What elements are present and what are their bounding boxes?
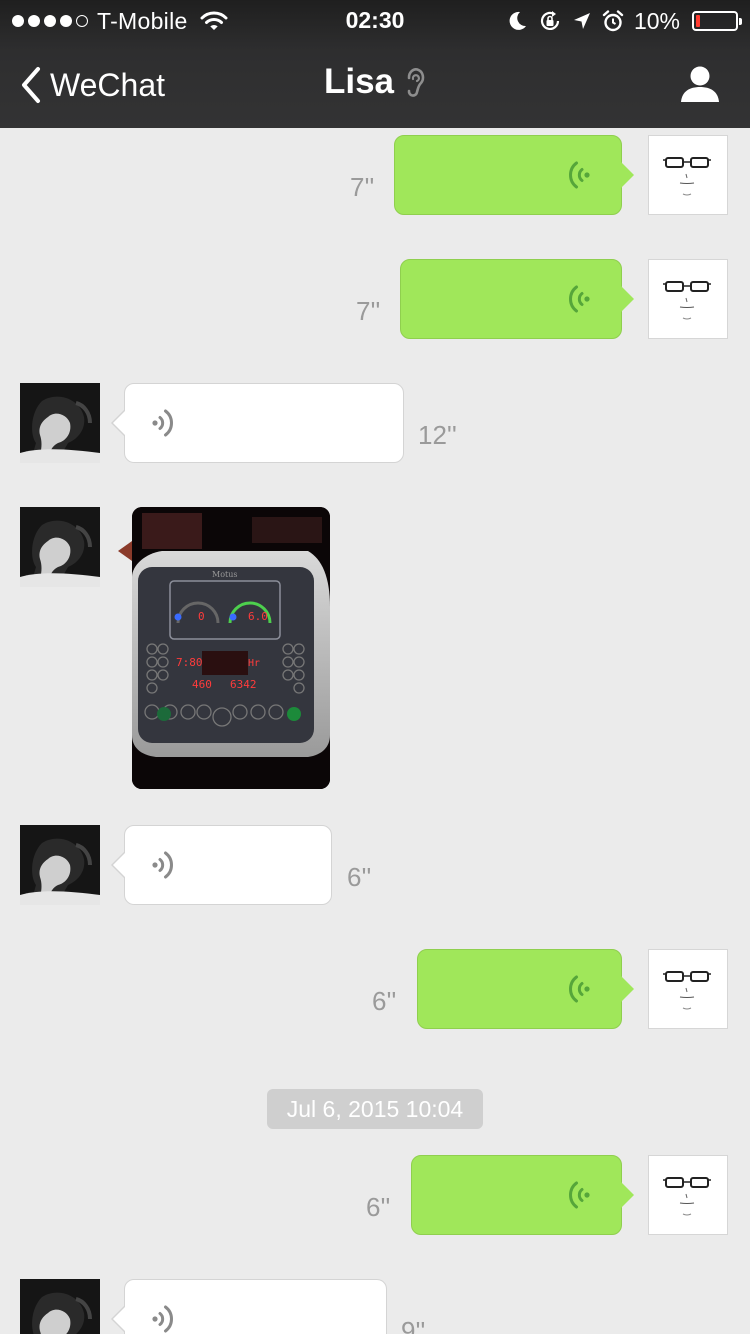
treadmill-console-image: Motus 0 6.0 7:80 Hr 460 6342 (132, 507, 330, 789)
face-sketch-avatar (663, 1177, 711, 1216)
time-readout: 7:80 (176, 656, 203, 669)
header: T-Mobile 02:30 10% WeChat Lisa (0, 0, 750, 128)
voice-duration: 6'' (347, 862, 372, 892)
portrait-photo-avatar (20, 507, 100, 587)
battery-tip (739, 18, 742, 25)
voice-duration: 9'' (401, 1316, 426, 1334)
nav-title-group: Lisa (0, 62, 750, 102)
lisa-avatar[interactable] (20, 825, 100, 905)
incline-readout: 0 (198, 610, 205, 623)
voice-wave-icon (569, 161, 590, 189)
battery-level (696, 15, 700, 27)
rotation-lock-icon (540, 11, 560, 30)
lisa-avatar[interactable] (20, 383, 100, 463)
voice-message-bubble[interactable] (394, 135, 634, 215)
treadmill-photo: Motus 0 6.0 7:80 Hr 460 6342 (132, 507, 330, 789)
my-avatar[interactable] (648, 949, 728, 1029)
chat-title: Lisa (323, 62, 395, 101)
voice-message-bubble[interactable] (417, 949, 634, 1029)
moon-icon (509, 11, 526, 30)
voice-duration: 12'' (418, 420, 457, 450)
voice-duration: 7'' (356, 296, 381, 326)
battery-percent: 10% (633, 7, 680, 34)
voice-message-bubble[interactable] (400, 259, 634, 339)
voice-duration: 7'' (350, 172, 375, 202)
chat-messages[interactable]: 7'' 7'' 12'' Motus 0 6.0 7:80 Hr 460 634… (0, 128, 750, 1334)
earpiece-mode-icon (407, 68, 425, 97)
voice-message-bubble[interactable] (111, 825, 332, 905)
status-right: 10% (508, 6, 742, 36)
voice-duration: 6'' (366, 1192, 391, 1222)
my-avatar[interactable] (648, 259, 728, 339)
face-sketch-avatar (663, 281, 711, 320)
voice-message-bubble[interactable] (111, 1279, 387, 1334)
calories-readout: 6342 (230, 678, 257, 691)
alarm-icon (602, 10, 624, 32)
voice-wave-icon (569, 285, 590, 313)
face-sketch-avatar (663, 971, 711, 1010)
speed-readout: 6.0 (248, 610, 268, 623)
lisa-avatar[interactable] (20, 507, 100, 587)
my-avatar[interactable] (648, 1155, 728, 1235)
voice-wave-icon (152, 409, 173, 437)
voice-wave-icon (569, 975, 590, 1003)
portrait-photo-avatar (20, 825, 100, 905)
unit-readout: Hr (248, 658, 260, 669)
my-avatar[interactable] (648, 135, 728, 215)
distance-readout: 460 (192, 678, 212, 691)
portrait-photo-avatar (20, 1279, 100, 1334)
voice-message-bubble[interactable] (111, 383, 404, 463)
portrait-photo-avatar (20, 383, 100, 463)
voice-duration: 6'' (372, 986, 397, 1016)
voice-wave-icon (152, 1305, 173, 1333)
voice-message-bubble[interactable] (411, 1155, 634, 1235)
status-bar: T-Mobile 02:30 10% (0, 0, 750, 42)
profile-button[interactable] (680, 64, 720, 109)
face-sketch-avatar (663, 157, 711, 196)
svg-text:Motus: Motus (212, 570, 237, 579)
message-timestamp: Jul 6, 2015 10:04 (267, 1089, 483, 1129)
nav-bar: WeChat Lisa (0, 42, 750, 128)
location-arrow-icon (573, 13, 590, 29)
voice-wave-icon (569, 1181, 590, 1209)
battery-icon (692, 11, 742, 31)
voice-wave-icon (152, 851, 173, 879)
profile-icon (681, 66, 719, 102)
lisa-avatar[interactable] (20, 1279, 100, 1334)
image-message[interactable]: Motus 0 6.0 7:80 Hr 460 6342 (118, 507, 330, 789)
